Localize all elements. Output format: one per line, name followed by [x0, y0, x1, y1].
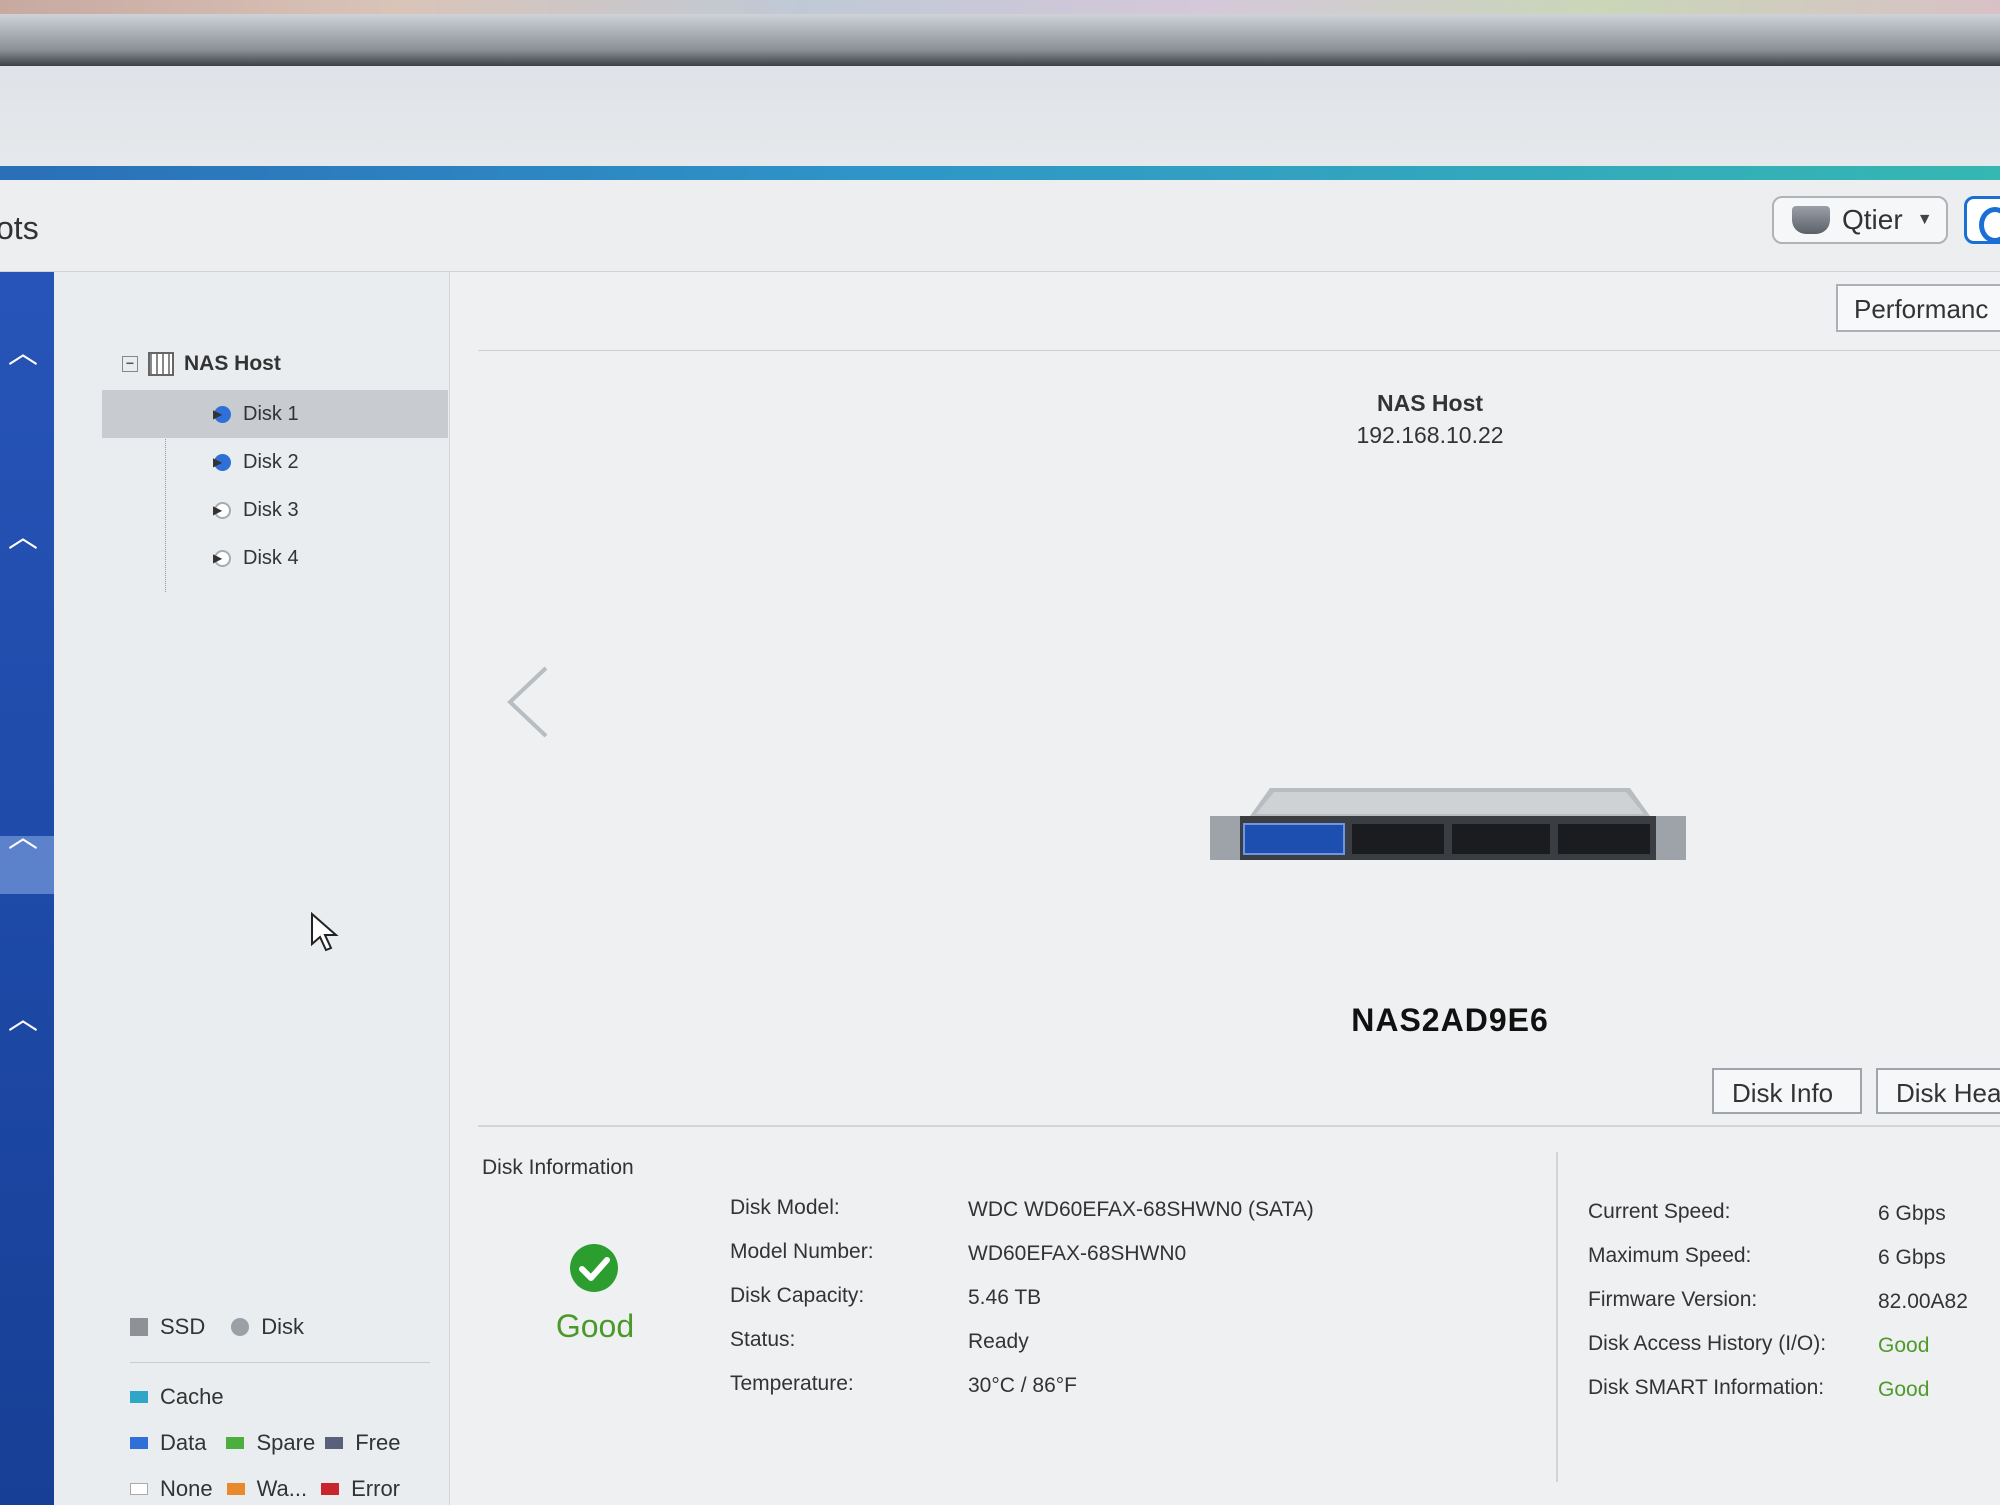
- field-label: Temperature:: [730, 1372, 854, 1395]
- device-name: NAS2AD9E6: [1351, 1002, 1549, 1038]
- warning-swatch-icon: [226, 1483, 245, 1495]
- field-value[interactable]: Good: [1878, 1378, 1929, 1402]
- field-label: Status:: [730, 1328, 796, 1351]
- tree-item-label: Disk 2: [243, 450, 299, 473]
- field-label: Disk Access History (I/O):: [1588, 1332, 1827, 1355]
- disk-detail-panel: Performanc NAS Host 192.168.10.22 NAS2AD…: [450, 272, 2000, 1505]
- legend-row-type: SSD Disk: [130, 1314, 304, 1340]
- field-value: 30°C / 86°F: [968, 1374, 1078, 1397]
- chevron-up-icon[interactable]: ︿: [8, 812, 38, 856]
- legend-ssd: SSD: [160, 1314, 206, 1339]
- field-value: WDC WD60EFAX-68SHWN0 (SATA): [968, 1198, 1314, 1221]
- field-label: Disk SMART Information:: [1588, 1376, 1825, 1399]
- none-swatch-icon: [130, 1483, 148, 1495]
- legend-disk: Disk: [261, 1314, 305, 1339]
- spare-swatch-icon: [226, 1437, 245, 1449]
- header-area: [0, 66, 2000, 166]
- tree-item-disk-1[interactable]: ▶ Disk 1: [102, 390, 448, 438]
- legend-error: Error: [351, 1476, 401, 1501]
- expand-arrow-icon[interactable]: ▶: [213, 455, 222, 469]
- field-value: 5.46 TB: [968, 1286, 1042, 1309]
- host-ip: 192.168.10.22: [1356, 422, 1504, 448]
- chevron-down-icon: ▼: [1916, 211, 1933, 228]
- chevron-left-icon[interactable]: [502, 662, 562, 742]
- chevron-up-icon[interactable]: ︿: [8, 328, 38, 372]
- cache-swatch-icon: [130, 1391, 148, 1403]
- legend-cache: Cache: [160, 1384, 224, 1409]
- collapse-icon[interactable]: −: [122, 356, 138, 372]
- window-title: ots: [0, 210, 39, 246]
- legend-spare: Spare: [256, 1430, 316, 1455]
- expand-arrow-icon[interactable]: ▶: [213, 551, 222, 565]
- qtier-button[interactable]: Qtier ▼: [1772, 196, 1948, 244]
- disk-info-heading: Disk Information: [482, 1156, 634, 1179]
- field-label: Firmware Version:: [1588, 1288, 1758, 1311]
- legend-divider: [130, 1362, 430, 1363]
- field-label: Disk Capacity:: [730, 1284, 865, 1307]
- tree-item-disk-2[interactable]: ▶ Disk 2: [102, 438, 448, 486]
- chevron-up-icon[interactable]: ︿: [8, 994, 38, 1038]
- tree-item-label: Disk 4: [243, 546, 299, 569]
- ssd-swatch-icon: [130, 1318, 148, 1336]
- performance-button[interactable]: Performanc: [1836, 284, 2000, 332]
- expand-arrow-icon[interactable]: ▶: [213, 503, 222, 517]
- window-frame: [0, 14, 2000, 66]
- titlebar: ots: [0, 180, 2000, 272]
- field-value: 6 Gbps: [1878, 1202, 1946, 1225]
- field-label: Disk Model:: [730, 1196, 840, 1219]
- field-label: Current Speed:: [1588, 1200, 1731, 1223]
- field-value[interactable]: Good: [1878, 1334, 1929, 1358]
- check-circle-icon: [570, 1244, 618, 1292]
- nav-rail: ︿ ︿ ︿ ︿: [0, 272, 54, 1505]
- host-name: NAS Host: [1376, 390, 1484, 416]
- disk-tree-panel: − NAS Host ▶ Disk 1 ▶ Disk 2 ▶ Disk 3 ▶ …: [54, 272, 450, 1505]
- field-label: Model Number:: [730, 1240, 874, 1263]
- legend-warning: Wa...: [256, 1476, 308, 1501]
- legend-row-usage: Data Spare Free: [130, 1430, 400, 1456]
- legend-row-state: None Wa... Error: [130, 1476, 400, 1502]
- legend-row-cache: Cache: [130, 1384, 224, 1410]
- nas-device-image: [1210, 788, 1686, 860]
- tree-item-label: Disk 3: [243, 498, 299, 521]
- background-strip: [0, 0, 2000, 14]
- legend-none: None: [160, 1476, 213, 1501]
- disk-swatch-icon: [231, 1318, 250, 1336]
- tree-item-label: Disk 1: [243, 402, 299, 425]
- field-value: 82.00A82: [1878, 1290, 1968, 1313]
- field-label: Maximum Speed:: [1588, 1244, 1752, 1267]
- tree-item-disk-4[interactable]: ▶ Disk 4: [102, 534, 448, 582]
- chevron-up-icon[interactable]: ︿: [8, 512, 38, 556]
- tree-root-nas-host[interactable]: − NAS Host: [122, 352, 281, 376]
- health-status: Good: [555, 1308, 635, 1344]
- field-value: WD60EFAX-68SHWN0: [968, 1242, 1187, 1265]
- mouse-pointer-icon: [311, 912, 339, 952]
- server-icon: [148, 352, 174, 376]
- field-value: Ready: [968, 1330, 1029, 1353]
- divider: [478, 350, 2000, 351]
- free-swatch-icon: [325, 1437, 344, 1449]
- accent-bar: [0, 166, 2000, 180]
- qtier-icon: [1792, 206, 1830, 234]
- refresh-button[interactable]: [1964, 196, 2000, 244]
- legend-free: Free: [355, 1430, 401, 1455]
- tree-item-disk-3[interactable]: ▶ Disk 3: [102, 486, 448, 534]
- disk-health-button[interactable]: Disk Hea: [1876, 1068, 2000, 1114]
- qtier-label: Qtier: [1842, 204, 1903, 235]
- divider: [1556, 1152, 1558, 1482]
- field-value: 6 Gbps: [1878, 1246, 1946, 1269]
- divider: [478, 1125, 2000, 1127]
- disk-info-button[interactable]: Disk Info: [1712, 1068, 1862, 1114]
- expand-arrow-icon[interactable]: ▶: [213, 407, 222, 421]
- tree-root-label: NAS Host: [184, 352, 281, 375]
- legend-data: Data: [160, 1430, 207, 1455]
- error-swatch-icon: [321, 1483, 340, 1495]
- data-swatch-icon: [130, 1437, 148, 1449]
